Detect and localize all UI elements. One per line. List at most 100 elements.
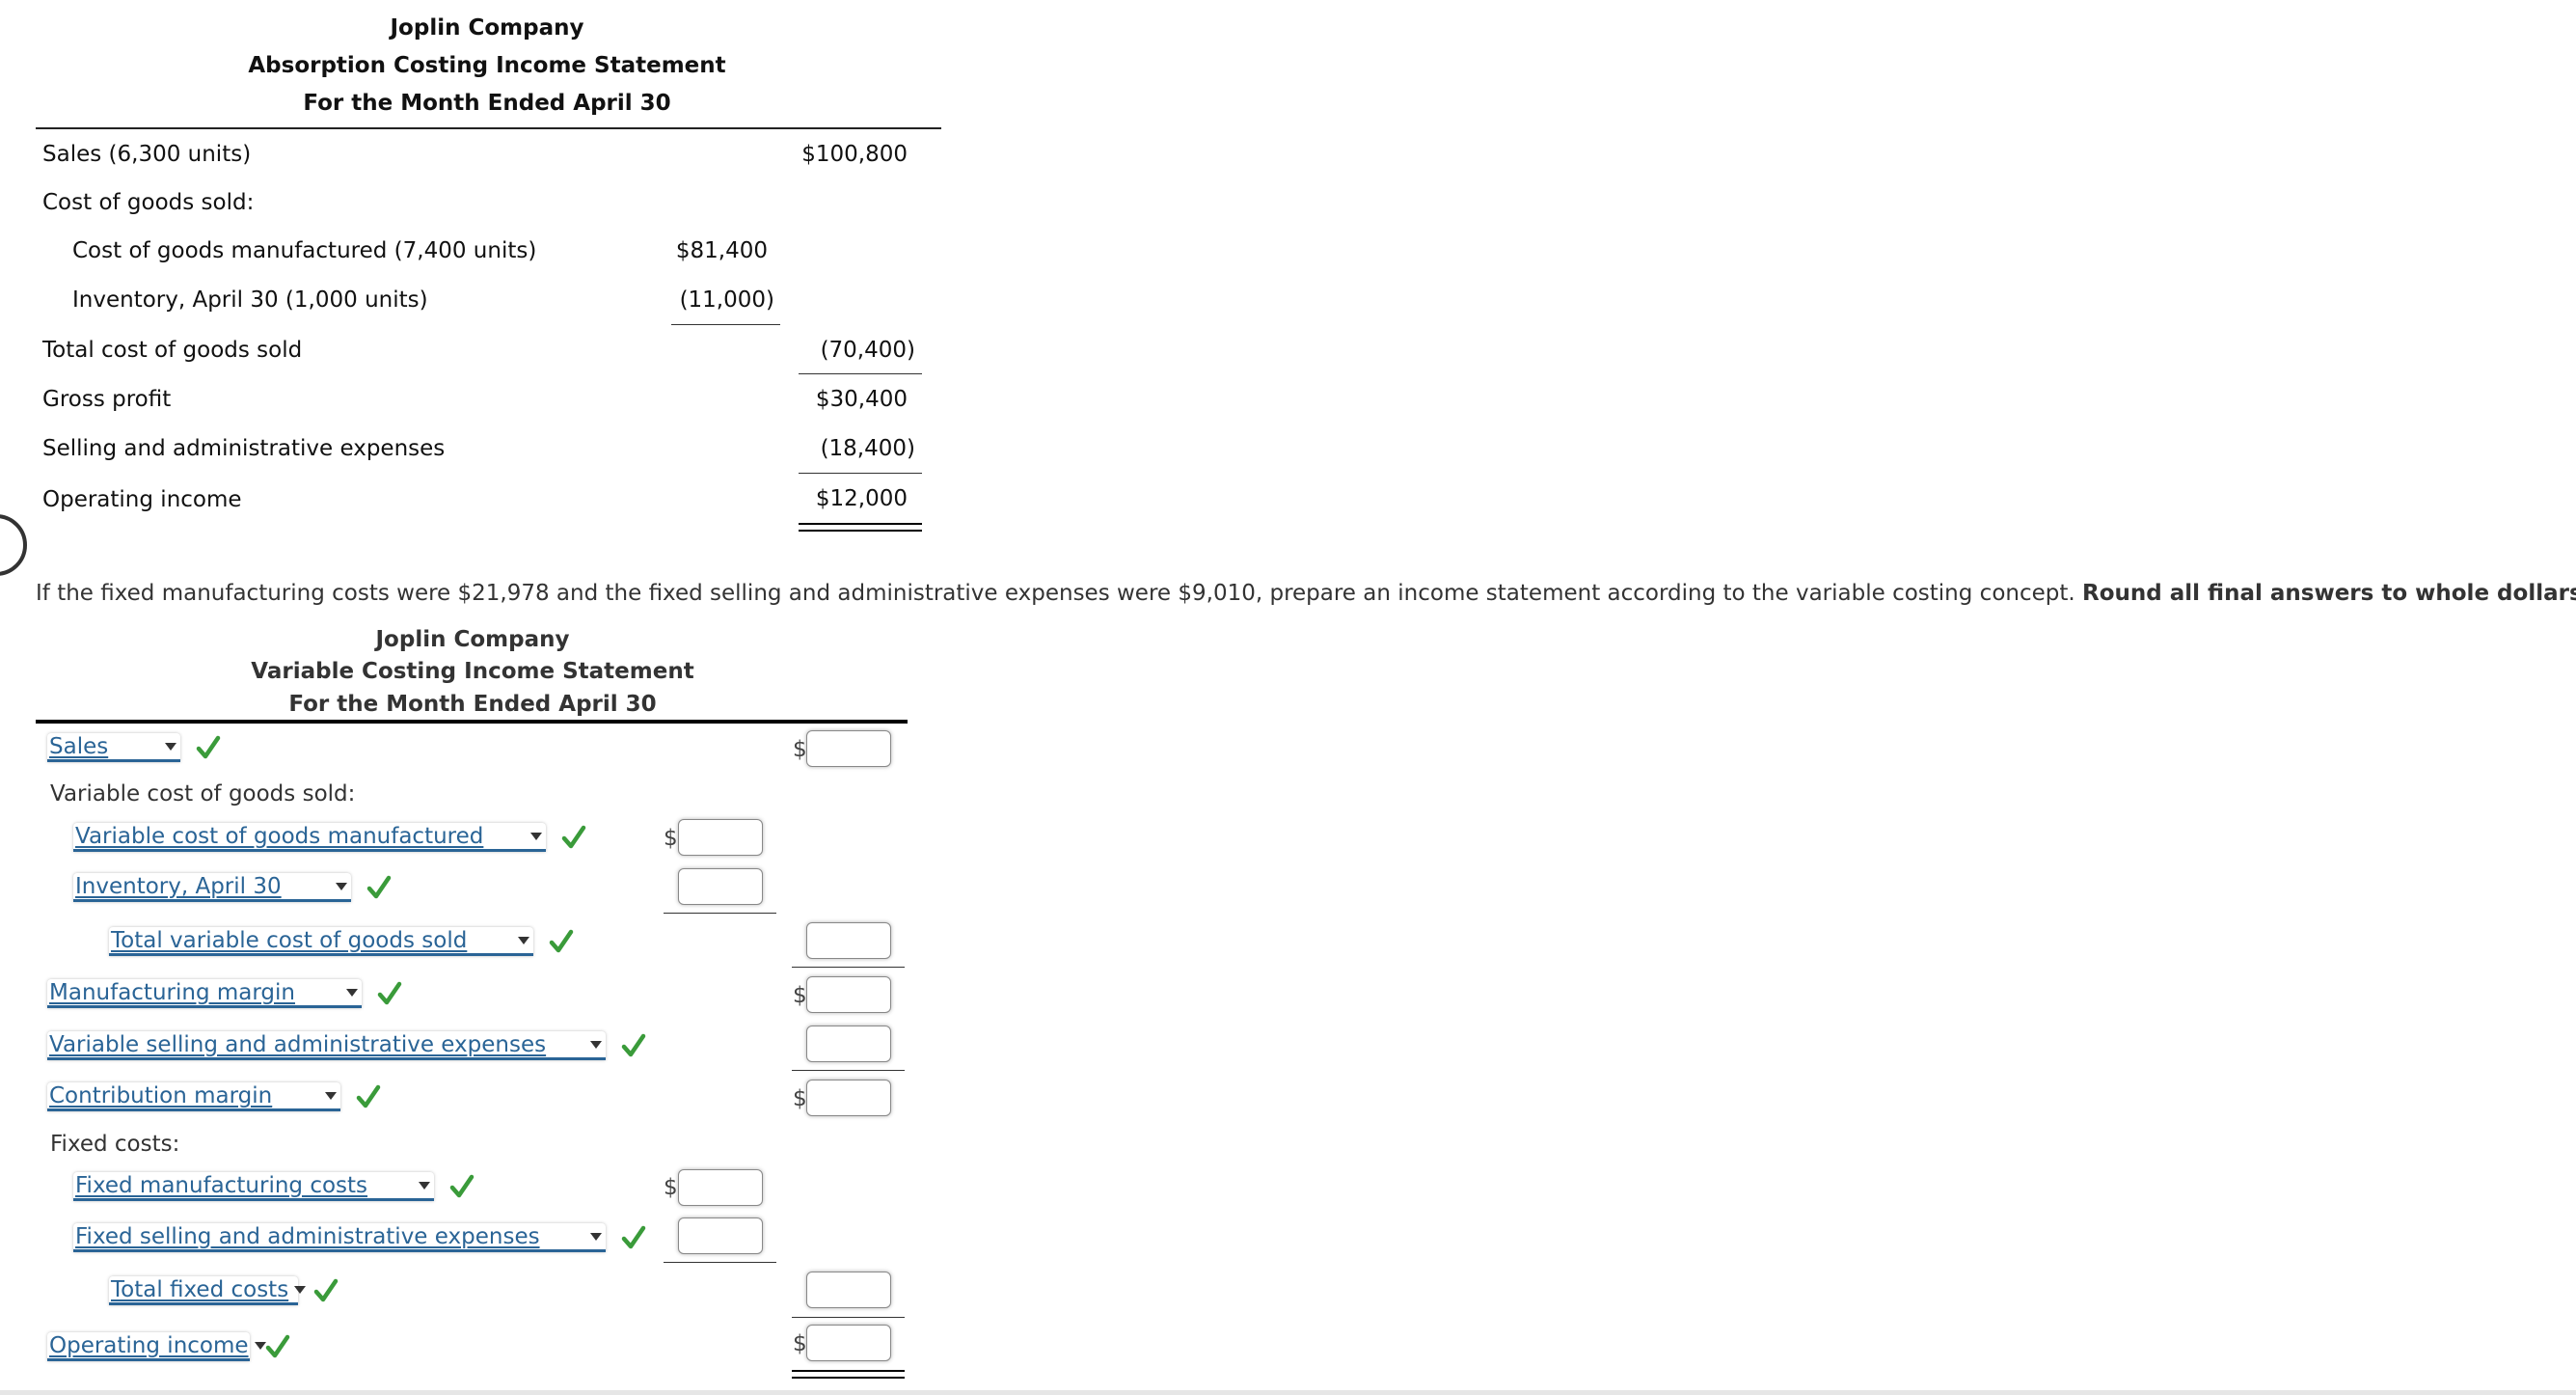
variable-period: For the Month Ended April 30: [288, 692, 657, 717]
variable-header-rule: [36, 720, 908, 724]
dropdown-selected-value: Total fixed costs: [111, 1276, 289, 1302]
absorption-row-label: Gross profit: [42, 387, 172, 412]
section-label-fixed-costs: Fixed costs:: [50, 1132, 180, 1157]
dropdown-selected-value: Variable selling and administrative expe…: [49, 1031, 547, 1057]
absorption-row-label: Operating income: [42, 487, 242, 512]
fixed-manufacturing-input[interactable]: [678, 1169, 763, 1206]
checkmark-icon: [196, 735, 221, 759]
absorption-row-label: Selling and administrative expenses: [42, 436, 446, 461]
right-subtotal-rule: [792, 967, 905, 968]
dropdown-select[interactable]: Operating income: [47, 1332, 266, 1361]
checkmark-icon: [366, 875, 392, 899]
double-total-rule: [799, 523, 922, 532]
dropdown-select[interactable]: Variable cost of goods manufactured: [73, 823, 546, 852]
sales-amount-input[interactable]: [806, 730, 891, 767]
step-indicator-circle: [0, 514, 27, 576]
dropdown-selected-value: Variable cost of goods manufactured: [75, 823, 484, 849]
caret-down-icon[interactable]: [518, 936, 529, 944]
dropdown-select[interactable]: Total fixed costs: [109, 1276, 307, 1305]
absorption-row-right-value: (18,400): [820, 436, 915, 461]
dropdown-selected-value: Fixed selling and administrative expense…: [75, 1223, 540, 1249]
dropdown-select[interactable]: Inventory, April 30: [73, 873, 351, 902]
absorption-period: For the Month Ended April 30: [303, 91, 671, 116]
line-item-dropdown-total-fixed-costs[interactable]: Total fixed costs: [109, 1275, 339, 1306]
dollar-sign: $: [664, 826, 678, 851]
line-item-dropdown-variable-cogm[interactable]: Variable cost of goods manufactured: [73, 822, 586, 853]
absorption-row-right-value: $30,400: [815, 387, 908, 412]
caret-down-icon[interactable]: [336, 882, 347, 890]
mid-subtotal-rule: [664, 913, 776, 914]
line-item-dropdown-sales[interactable]: Sales: [47, 732, 221, 763]
caret-down-icon[interactable]: [254, 1341, 266, 1350]
line-item-dropdown-inventory[interactable]: Inventory, April 30: [73, 872, 392, 903]
dollar-sign: $: [793, 983, 807, 1008]
variable-statement-title: Variable Costing Income Statement: [251, 659, 694, 684]
dropdown-select[interactable]: Sales: [47, 733, 180, 762]
variable-cogm-input[interactable]: [678, 819, 763, 856]
absorption-row-label: Cost of goods manufactured (7,400 units): [72, 238, 537, 263]
dropdown-selected-value: Operating income: [49, 1332, 249, 1358]
mid-subtotal-rule: [664, 1262, 776, 1263]
dollar-sign: $: [793, 1331, 807, 1356]
checkmark-icon: [561, 825, 586, 849]
operating-income-input[interactable]: [806, 1325, 891, 1361]
caret-down-icon[interactable]: [346, 988, 358, 997]
line-item-dropdown-operating-income[interactable]: Operating income: [47, 1331, 290, 1362]
right-subtotal-rule: [799, 373, 922, 374]
fixed-selling-admin-input[interactable]: [678, 1217, 763, 1254]
checkmark-icon: [449, 1174, 475, 1198]
caret-down-icon[interactable]: [419, 1181, 430, 1190]
absorption-header-rule: [36, 127, 941, 129]
absorption-row-mid-value: $81,400: [675, 238, 768, 263]
checkmark-icon: [621, 1033, 646, 1057]
caret-down-icon[interactable]: [165, 742, 176, 751]
line-item-dropdown-fixed-selling-admin[interactable]: Fixed selling and administrative expense…: [73, 1222, 646, 1253]
contribution-margin-input[interactable]: [806, 1080, 891, 1116]
dollar-sign: $: [793, 737, 807, 762]
line-item-dropdown-variable-selling-admin[interactable]: Variable selling and administrative expe…: [47, 1030, 646, 1061]
line-item-dropdown-manufacturing-margin[interactable]: Manufacturing margin: [47, 978, 402, 1009]
caret-down-icon[interactable]: [530, 832, 542, 840]
dropdown-selected-value: Manufacturing margin: [49, 979, 295, 1005]
dropdown-select[interactable]: Fixed selling and administrative expense…: [73, 1223, 606, 1252]
absorption-row-label: Inventory, April 30 (1,000 units): [72, 287, 428, 313]
variable-company-name: Joplin Company: [375, 627, 570, 652]
caret-down-icon[interactable]: [590, 1232, 602, 1241]
total-variable-cogs-input[interactable]: [806, 922, 891, 959]
bottom-scroll-region: [0, 1390, 2576, 1395]
total-fixed-costs-input[interactable]: [806, 1272, 891, 1308]
dropdown-selected-value: Inventory, April 30: [75, 873, 282, 899]
dollar-sign: $: [664, 1175, 678, 1200]
right-subtotal-rule: [792, 1317, 905, 1318]
absorption-row-mid-value: (11,000): [679, 287, 774, 313]
caret-down-icon[interactable]: [294, 1285, 307, 1294]
caret-down-icon[interactable]: [325, 1091, 337, 1100]
dropdown-select[interactable]: Manufacturing margin: [47, 979, 362, 1008]
line-item-dropdown-fixed-manufacturing[interactable]: Fixed manufacturing costs: [73, 1171, 475, 1202]
absorption-row-right-value: $12,000: [815, 486, 908, 511]
checkmark-icon: [621, 1225, 646, 1249]
absorption-row-label: Total cost of goods sold: [42, 338, 303, 363]
dollar-sign: $: [793, 1086, 807, 1111]
dropdown-selected-value: Sales: [49, 733, 109, 759]
right-subtotal-rule: [799, 473, 922, 474]
instruction-bold: Round all final answers to whole dollars…: [2082, 581, 2576, 606]
checkmark-icon: [356, 1084, 381, 1108]
caret-down-icon[interactable]: [590, 1040, 602, 1049]
line-item-dropdown-contribution-margin[interactable]: Contribution margin: [47, 1081, 381, 1112]
mid-subtotal-rule: [671, 324, 780, 325]
checkmark-icon: [313, 1278, 339, 1302]
dropdown-select[interactable]: Contribution margin: [47, 1082, 340, 1111]
dropdown-select[interactable]: Fixed manufacturing costs: [73, 1172, 434, 1201]
variable-selling-admin-input[interactable]: [806, 1026, 891, 1062]
dropdown-select[interactable]: Total variable cost of goods sold: [109, 927, 533, 956]
dropdown-selected-value: Total variable cost of goods sold: [111, 927, 468, 953]
section-label-variable-cogs: Variable cost of goods sold:: [50, 781, 356, 807]
dropdown-selected-value: Fixed manufacturing costs: [75, 1172, 368, 1198]
line-item-dropdown-total-variable-cogs[interactable]: Total variable cost of goods sold: [109, 926, 574, 957]
dropdown-select[interactable]: Variable selling and administrative expe…: [47, 1031, 606, 1060]
instruction-body: If the fixed manufacturing costs were $2…: [36, 581, 2075, 606]
manufacturing-margin-input[interactable]: [806, 976, 891, 1013]
absorption-company-name: Joplin Company: [390, 15, 584, 41]
inventory-april-30-input[interactable]: [678, 868, 763, 905]
